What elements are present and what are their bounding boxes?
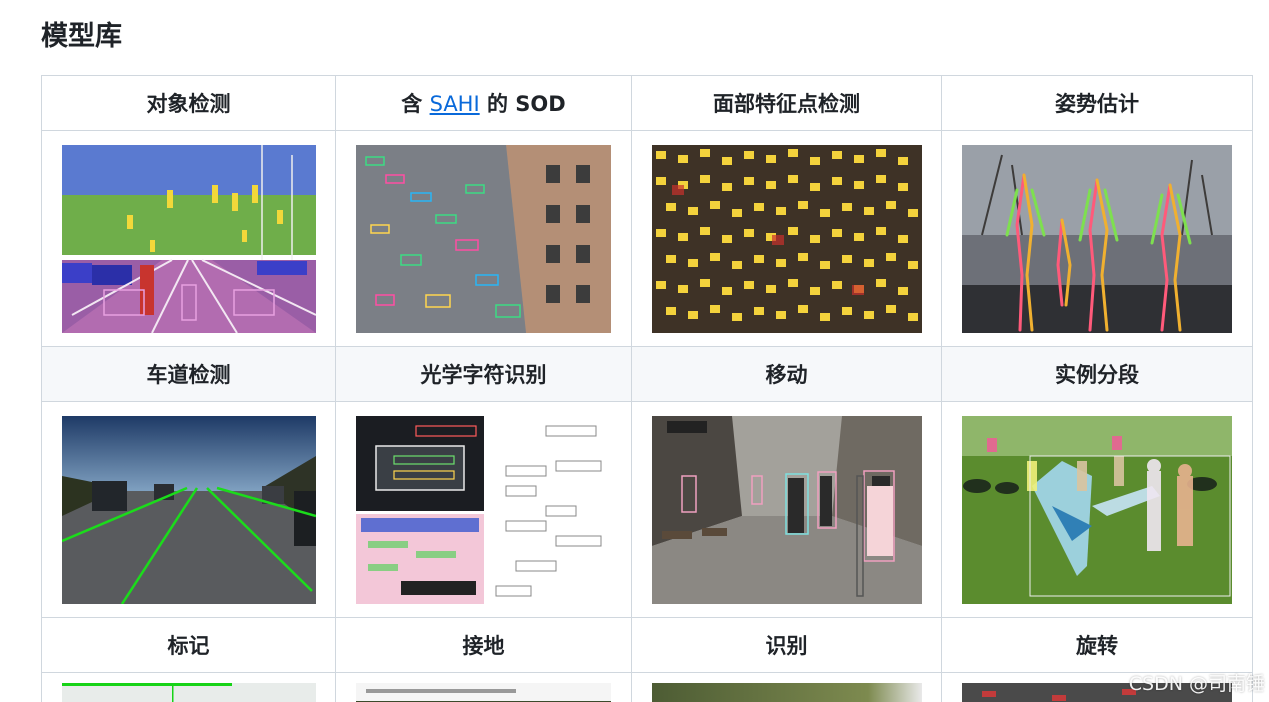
page: 模型库 对象检测 含 SAHI 的 SOD 面部特征点检测 姿势估计 车道检测 … <box>0 0 1269 702</box>
table-header-row: 对象检测 含 SAHI 的 SOD 面部特征点检测 姿势估计 <box>41 75 1253 131</box>
header-tagging: 标记 <box>41 617 336 673</box>
cell-face-landmark-image <box>631 130 942 347</box>
header-instance-segmentation: 实例分段 <box>941 346 1253 402</box>
instance-segmentation-image <box>962 415 1232 604</box>
cell-lane-detection-image <box>41 401 336 618</box>
header-object-detection: 对象检测 <box>41 75 336 131</box>
recognition-image <box>651 683 922 702</box>
table-header-row: 车道检测 光学字符识别 移动 实例分段 <box>41 346 1253 402</box>
header-grounding: 接地 <box>335 617 632 673</box>
cell-sod-image <box>335 130 632 347</box>
header-ocr: 光学字符识别 <box>335 346 632 402</box>
lane-detection-image <box>61 415 316 604</box>
table-header-row: 标记 接地 识别 旋转 <box>41 617 1253 673</box>
header-pose-estimation: 姿势估计 <box>941 75 1253 131</box>
table-image-row <box>41 401 1253 618</box>
header-face-landmark: 面部特征点检测 <box>631 75 942 131</box>
header-recognition: 识别 <box>631 617 942 673</box>
cell-recognition-image <box>631 672 942 702</box>
cell-pose-estimation-image <box>941 130 1253 347</box>
ocr-image <box>356 415 611 604</box>
header-rotation: 旋转 <box>941 617 1253 673</box>
table-image-row <box>41 130 1253 347</box>
mot-image <box>651 415 922 604</box>
header-sod: 含 SAHI 的 SOD <box>335 75 632 131</box>
header-mot: 移动 <box>631 346 942 402</box>
object-detection-image <box>61 144 316 333</box>
header-sod-prefix: 含 <box>401 92 423 116</box>
face-landmark-image <box>651 144 922 333</box>
header-lane-detection: 车道检测 <box>41 346 336 402</box>
sahi-sod-image <box>356 144 611 333</box>
model-zoo-table: 对象检测 含 SAHI 的 SOD 面部特征点检测 姿势估计 车道检测 光学字符… <box>41 75 1253 702</box>
grounding-image <box>356 683 611 702</box>
csdn-watermark: CSDN @司南锤 <box>1128 673 1265 695</box>
cell-object-detection-image <box>41 130 336 347</box>
cell-mot-image <box>631 401 942 618</box>
header-sod-suffix: 的 SOD <box>486 92 566 116</box>
sahi-link[interactable]: SAHI <box>430 92 480 116</box>
cell-grounding-image <box>335 672 632 702</box>
table-image-row <box>41 672 1253 702</box>
cell-ocr-image <box>335 401 632 618</box>
cell-instance-segmentation-image <box>941 401 1253 618</box>
pose-estimation-image <box>962 144 1232 333</box>
page-title: 模型库 <box>41 21 122 52</box>
cell-tagging-image <box>41 672 336 702</box>
tagging-image <box>61 683 316 702</box>
